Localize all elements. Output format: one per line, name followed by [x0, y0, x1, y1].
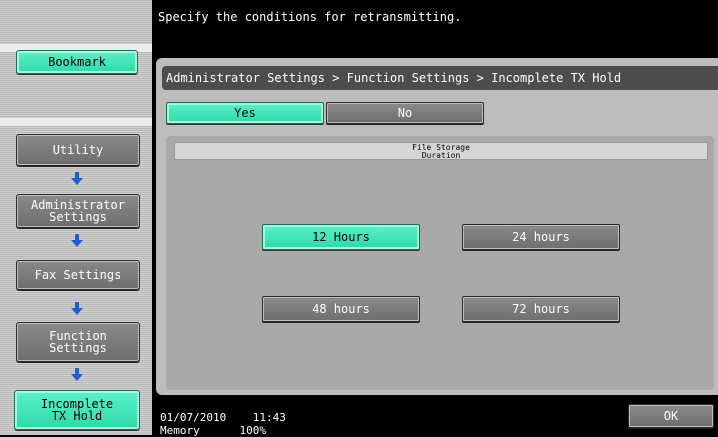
no-button[interactable]: No — [326, 102, 484, 124]
option-48-hours-button[interactable]: 48 hours — [262, 296, 420, 322]
time-text: 11:43 — [252, 411, 286, 424]
sidebar-item-incomplete-tx-hold[interactable]: Incomplete TX Hold — [14, 390, 140, 430]
down-arrow-icon — [70, 302, 84, 316]
sidebar-divider — [0, 118, 152, 126]
sidebar-item-administrator-settings[interactable]: Administrator Settings — [16, 194, 140, 228]
date-text: 01/07/2010 — [160, 411, 227, 424]
option-24-hours-button[interactable]: 24 hours — [462, 224, 620, 250]
yes-button[interactable]: Yes — [166, 102, 324, 124]
breadcrumb: Administrator Settings > Function Settin… — [162, 66, 718, 90]
sidebar-item-function-settings[interactable]: Function Settings — [16, 322, 140, 362]
sidebar-item-utility[interactable]: Utility — [16, 134, 140, 166]
option-12-hours-button[interactable]: 12 Hours — [262, 224, 420, 250]
memory-label: Memory — [160, 424, 200, 437]
storage-duration-group — [166, 136, 714, 390]
storage-duration-label: File Storage Duration — [174, 142, 708, 160]
sidebar-item-fax-settings[interactable]: Fax Settings — [16, 260, 140, 290]
down-arrow-icon — [70, 172, 84, 186]
memory-value: 100% — [239, 424, 267, 437]
ok-button[interactable]: OK — [628, 404, 714, 428]
memory-display: Memory 100% — [160, 424, 266, 437]
instruction-message: Specify the conditions for retransmittin… — [158, 10, 462, 24]
down-arrow-icon — [70, 368, 84, 382]
down-arrow-icon — [70, 234, 84, 248]
bookmark-button[interactable]: Bookmark — [16, 50, 138, 74]
option-72-hours-button[interactable]: 72 hours — [462, 296, 620, 322]
datetime-display: 01/07/2010 11:43 — [160, 411, 286, 424]
